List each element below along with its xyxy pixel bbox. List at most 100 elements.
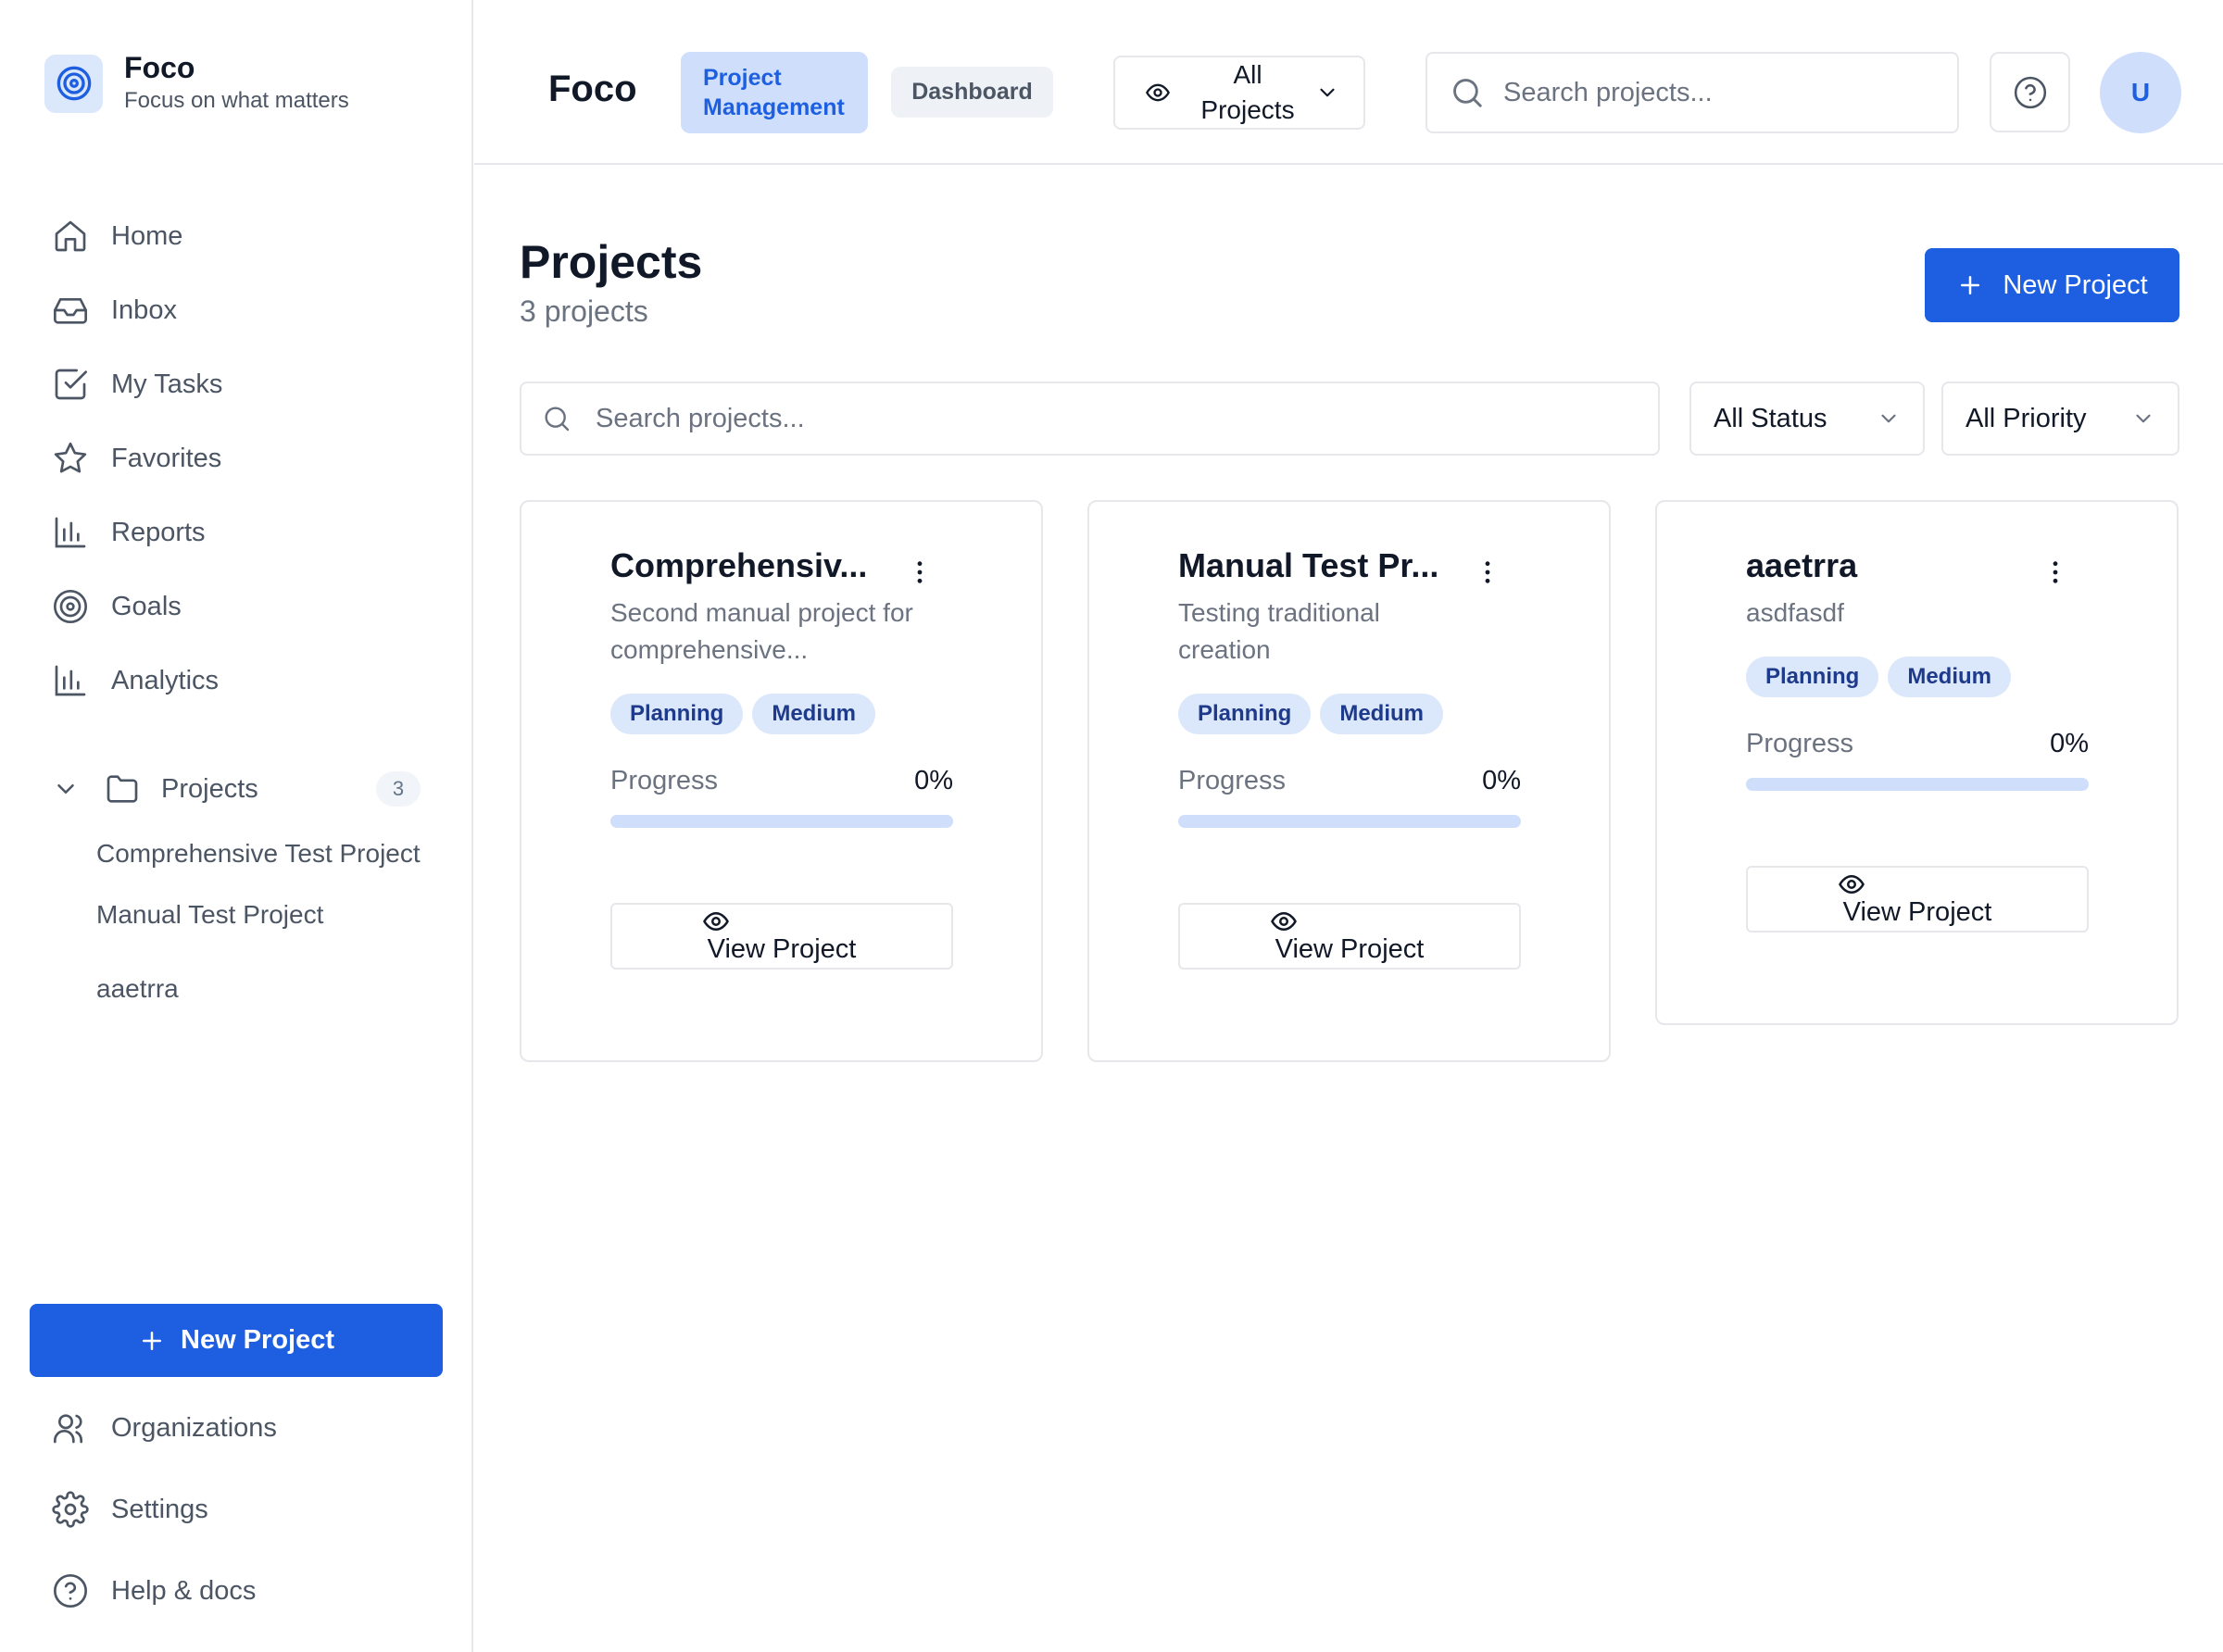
brand-name: Foco — [124, 51, 195, 84]
sidebar-project-manual[interactable]: Manual Test Project — [0, 896, 435, 933]
sidebar-item-inbox[interactable]: Inbox — [0, 273, 473, 347]
sidebar-item-label: Settings — [111, 1494, 208, 1524]
sidebar: Foco Focus on what matters Home Inbox My… — [0, 0, 473, 1652]
sidebar-item-organizations[interactable]: Organizations — [0, 1387, 473, 1469]
sidebar-item-label: Home — [111, 220, 183, 251]
brand[interactable]: Foco Focus on what matters — [44, 51, 349, 116]
progress-label: Progress — [610, 766, 719, 795]
more-vertical-icon[interactable] — [2041, 557, 2070, 587]
project-card-badges: Planning Medium — [610, 694, 885, 734]
sidebar-item-label: Analytics — [111, 665, 220, 695]
bar-chart-icon — [52, 514, 89, 551]
project-card-title: aaetrra — [1746, 546, 1858, 584]
sidebar-projects-group: Projects 3 Comprehensive Test Project Ma… — [0, 752, 473, 1007]
sidebar-item-label: Goals — [111, 591, 182, 621]
view-project-label: View Project — [1275, 934, 1425, 964]
progress-row: Progress 0% — [1178, 766, 1521, 796]
progress-label: Progress — [1178, 766, 1287, 795]
project-card-description: Testing traditional creation — [1178, 598, 1380, 664]
sidebar-item-goals[interactable]: Goals — [0, 569, 473, 644]
sidebar-item-my-tasks[interactable]: My Tasks — [0, 347, 473, 421]
target-icon — [52, 588, 89, 625]
sidebar-item-favorites[interactable]: Favorites — [0, 421, 473, 495]
progress-row: Progress 0% — [1746, 729, 2089, 759]
sidebar-projects-toggle[interactable]: Projects 3 — [0, 752, 473, 826]
view-project-label: View Project — [707, 934, 857, 964]
sidebar-item-label: Inbox — [111, 294, 177, 325]
tab-project-management[interactable]: Project Management — [681, 52, 868, 133]
eye-icon — [1838, 870, 1865, 898]
new-project-label: New Project — [2003, 269, 2148, 300]
chevron-down-icon — [52, 775, 80, 803]
progress-value: 0% — [1482, 766, 1521, 795]
project-card[interactable]: Comprehensiv... Second manual project fo… — [520, 500, 1043, 1062]
sidebar-item-settings[interactable]: Settings — [0, 1469, 473, 1550]
view-project-button[interactable]: View Project — [610, 903, 953, 970]
priority-badge: Medium — [752, 694, 876, 734]
plus-icon — [1956, 271, 1984, 299]
sidebar-item-label: Favorites — [111, 443, 222, 473]
view-selector-label: All Projects — [1200, 60, 1295, 124]
status-badge: Planning — [1178, 694, 1312, 734]
priority-filter-value: All Priority — [1966, 403, 2087, 433]
topbar-title: Foco — [548, 69, 637, 109]
progress-row: Progress 0% — [610, 766, 953, 796]
project-card[interactable]: Manual Test Pr... Testing traditional cr… — [1087, 500, 1611, 1062]
projects-search-input[interactable] — [596, 403, 1614, 434]
sidebar-item-help[interactable]: Help & docs — [0, 1550, 473, 1632]
view-selector-dropdown[interactable]: All Projects — [1113, 56, 1365, 130]
status-badge: Planning — [1746, 657, 1879, 697]
bar-chart-icon — [52, 662, 89, 699]
view-project-button[interactable]: View Project — [1746, 866, 2089, 932]
view-project-label: View Project — [1842, 897, 1992, 927]
help-circle-icon — [2013, 75, 2048, 110]
status-filter-value: All Status — [1714, 403, 1827, 433]
chevron-down-icon — [1315, 81, 1339, 105]
progress-bar — [1178, 815, 1521, 828]
eye-icon — [1270, 907, 1298, 935]
project-card[interactable]: aaetrra asdfasdf Planning Medium Progres… — [1655, 500, 2179, 1025]
sidebar-bottom-nav: Organizations Settings Help & docs — [0, 1387, 473, 1632]
sidebar-item-label: Help & docs — [111, 1575, 257, 1606]
priority-filter-select[interactable]: All Priority — [1941, 382, 2179, 456]
gear-icon — [52, 1491, 89, 1528]
sidebar-item-analytics[interactable]: Analytics — [0, 644, 473, 718]
project-card-description: asdfasdf — [1746, 598, 1844, 627]
project-card-title: Comprehensiv... — [610, 546, 868, 584]
users-icon — [52, 1409, 89, 1446]
help-button[interactable] — [1990, 52, 2070, 132]
user-avatar[interactable]: U — [2100, 52, 2181, 133]
sidebar-project-comprehensive[interactable]: Comprehensive Test Project — [0, 835, 435, 872]
chevron-down-icon — [2131, 407, 2155, 431]
plus-icon — [138, 1327, 166, 1355]
home-icon — [52, 218, 89, 255]
sidebar-item-home[interactable]: Home — [0, 199, 473, 273]
progress-bar — [610, 815, 953, 828]
topbar-search — [1425, 52, 1959, 133]
check-square-icon — [52, 366, 89, 403]
view-project-button[interactable]: View Project — [1178, 903, 1521, 970]
help-circle-icon — [52, 1572, 89, 1609]
sidebar-new-project-button[interactable]: New Project — [30, 1304, 443, 1377]
sidebar-project-aaetrra[interactable]: aaetrra — [0, 970, 435, 1007]
more-vertical-icon[interactable] — [905, 557, 935, 587]
star-icon — [52, 440, 89, 477]
sidebar-item-label: Reports — [111, 517, 206, 547]
topbar-search-input[interactable] — [1503, 77, 1948, 108]
more-vertical-icon[interactable] — [1473, 557, 1502, 587]
status-filter-select[interactable]: All Status — [1689, 382, 1925, 456]
sidebar-item-reports[interactable]: Reports — [0, 495, 473, 569]
priority-badge: Medium — [1320, 694, 1444, 734]
project-card-badges: Planning Medium — [1178, 694, 1452, 734]
progress-value: 0% — [2050, 729, 2089, 758]
projects-count-badge: 3 — [376, 771, 421, 807]
tab-dashboard[interactable]: Dashboard — [891, 67, 1053, 118]
search-icon — [542, 404, 571, 433]
progress-value: 0% — [914, 766, 953, 795]
project-card-badges: Planning Medium — [1746, 657, 2020, 697]
sidebar-nav: Home Inbox My Tasks Favorites Reports Go… — [0, 199, 473, 718]
page-title: Projects — [520, 236, 703, 288]
folder-icon — [104, 770, 141, 807]
page-subtitle: 3 projects — [520, 294, 648, 328]
new-project-button[interactable]: New Project — [1925, 248, 2179, 322]
